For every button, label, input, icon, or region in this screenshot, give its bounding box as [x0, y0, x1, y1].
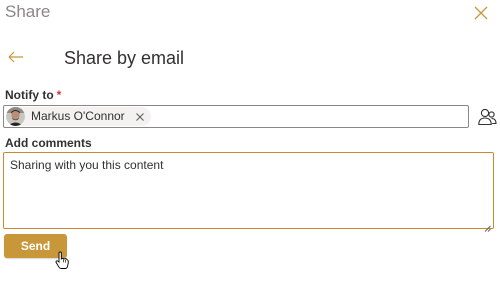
back-arrow-icon[interactable]	[6, 46, 28, 68]
comments-field: Sharing with you this content	[3, 152, 494, 232]
required-marker: *	[56, 88, 62, 102]
close-icon[interactable]	[470, 2, 492, 24]
panel-title: Share	[5, 2, 51, 21]
people-picker-input[interactable]: Markus O'Connor	[3, 105, 469, 128]
avatar	[6, 107, 25, 126]
add-comments-label: Add comments	[5, 136, 92, 150]
resize-grip-icon[interactable]	[484, 219, 491, 232]
comments-textarea[interactable]: Sharing with you this content	[4, 153, 493, 228]
notify-to-label-text: Notify to	[5, 88, 54, 102]
people-icon[interactable]	[477, 106, 497, 128]
recipient-persona: Markus O'Connor	[6, 107, 151, 126]
recipient-name: Markus O'Connor	[31, 109, 125, 123]
remove-recipient-close-icon[interactable]	[133, 110, 147, 124]
notify-to-label: Notify to *	[5, 87, 61, 103]
page-title: Share by email	[64, 48, 185, 68]
send-button[interactable]: Send	[4, 234, 67, 258]
share-panel: Share Share by email Notify to * Markus …	[0, 0, 500, 281]
